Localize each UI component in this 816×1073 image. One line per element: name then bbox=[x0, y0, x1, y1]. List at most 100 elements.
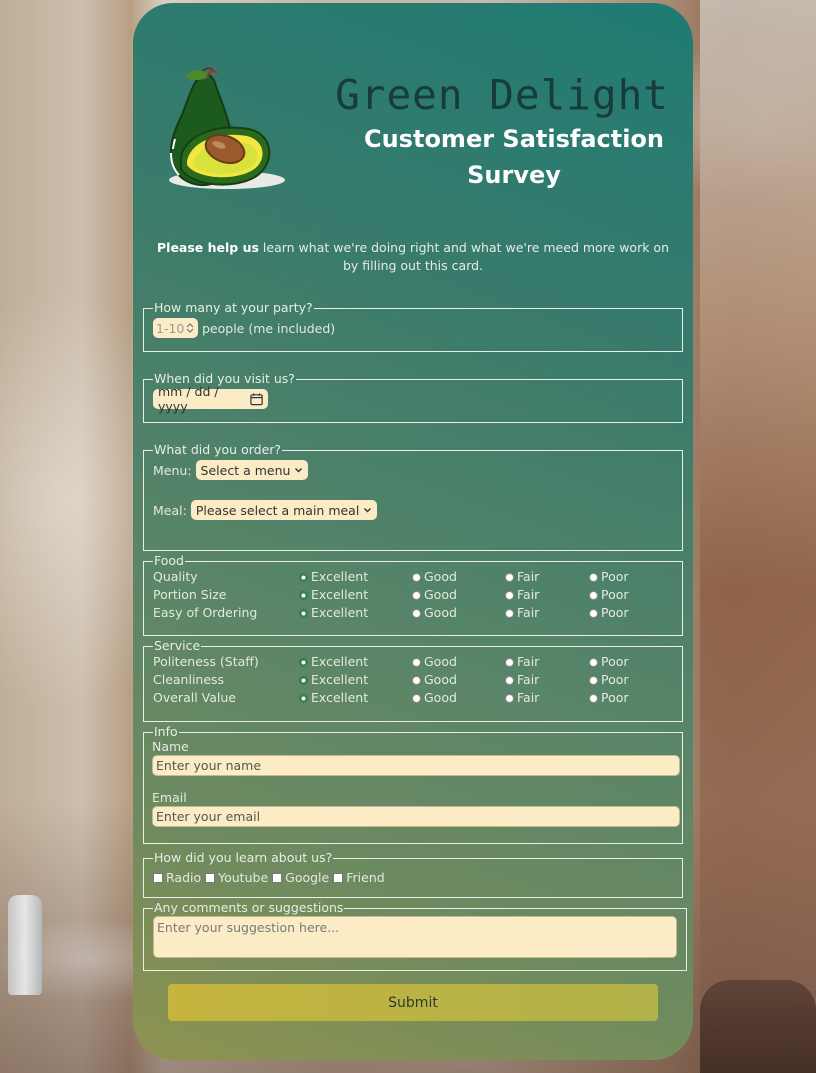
name-label: Name bbox=[152, 739, 189, 754]
email-input[interactable]: Enter your email bbox=[152, 806, 680, 827]
radio-poor[interactable] bbox=[589, 572, 598, 582]
radio-fair[interactable] bbox=[505, 572, 514, 582]
radio-fair[interactable] bbox=[505, 608, 514, 618]
comments-textarea[interactable]: Enter your suggestion here... bbox=[153, 916, 677, 958]
service-option-good[interactable]: Good bbox=[412, 653, 457, 671]
service-option-fair[interactable]: Fair bbox=[505, 671, 539, 689]
service-option-good[interactable]: Good bbox=[412, 671, 457, 689]
party-size-input[interactable]: 1-10 bbox=[153, 318, 198, 338]
name-input[interactable]: Enter your name bbox=[152, 755, 680, 776]
food-option-good[interactable]: Good bbox=[412, 586, 457, 604]
learn-fieldset: How did you learn about us? Radio Youtube… bbox=[143, 851, 683, 898]
service-option-good[interactable]: Good bbox=[412, 689, 457, 707]
food-rating-label: Portion Size bbox=[153, 587, 227, 602]
learn-choice-google[interactable]: Google bbox=[272, 870, 329, 885]
service-legend: Service bbox=[154, 638, 201, 653]
radio-good[interactable] bbox=[412, 693, 421, 703]
service-option-fair[interactable]: Fair bbox=[505, 653, 539, 671]
meal-select[interactable]: Please select a main meal bbox=[190, 500, 378, 520]
food-option-excellent[interactable]: Excellent bbox=[299, 604, 368, 622]
menu-label: Menu: bbox=[153, 462, 192, 478]
radio-label: Fair bbox=[517, 690, 540, 705]
comments-legend: Any comments or suggestions bbox=[154, 900, 344, 915]
radio-excellent[interactable] bbox=[299, 657, 308, 667]
radio-excellent[interactable] bbox=[299, 572, 308, 582]
checkbox-label: Friend bbox=[346, 870, 385, 885]
food-option-fair[interactable]: Fair bbox=[505, 568, 539, 586]
radio-poor[interactable] bbox=[589, 590, 598, 600]
radio-good[interactable] bbox=[412, 675, 421, 685]
service-rating-row: Overall Value Excellent Good Fair Poor bbox=[153, 689, 673, 707]
checkbox-label: Youtube bbox=[218, 870, 269, 885]
radio-poor[interactable] bbox=[589, 693, 598, 703]
service-rating-grid: Politeness (Staff) Excellent Good Fair Poor C… bbox=[153, 653, 673, 707]
service-option-poor[interactable]: Poor bbox=[589, 689, 629, 707]
radio-label: Excellent bbox=[311, 569, 369, 584]
radio-label: Good bbox=[424, 587, 457, 602]
service-fieldset: Service Politeness (Staff) Excellent Good F… bbox=[143, 639, 683, 722]
service-rating-row: Cleanliness Excellent Good Fair Poor bbox=[153, 671, 673, 689]
radio-good[interactable] bbox=[412, 590, 421, 600]
radio-label: Excellent bbox=[311, 605, 369, 620]
radio-poor[interactable] bbox=[589, 608, 598, 618]
food-rating-label: Quality bbox=[153, 569, 198, 584]
service-option-excellent[interactable]: Excellent bbox=[299, 671, 368, 689]
radio-fair[interactable] bbox=[505, 693, 514, 703]
food-rating-row: Easy of Ordering Excellent Good Fair Poor bbox=[153, 604, 673, 622]
radio-label: Excellent bbox=[311, 672, 369, 687]
email-label: Email bbox=[152, 790, 187, 805]
food-option-good[interactable]: Good bbox=[412, 604, 457, 622]
radio-excellent[interactable] bbox=[299, 608, 308, 618]
radio-poor[interactable] bbox=[589, 675, 598, 685]
calendar-icon[interactable] bbox=[250, 392, 263, 406]
checkbox[interactable] bbox=[272, 872, 283, 883]
service-option-excellent[interactable]: Excellent bbox=[299, 689, 368, 707]
spinner-arrows-icon[interactable] bbox=[186, 322, 194, 334]
radio-label: Poor bbox=[601, 605, 629, 620]
radio-poor[interactable] bbox=[589, 657, 598, 667]
radio-fair[interactable] bbox=[505, 675, 514, 685]
service-option-excellent[interactable]: Excellent bbox=[299, 653, 368, 671]
radio-label: Poor bbox=[601, 569, 629, 584]
radio-fair[interactable] bbox=[505, 590, 514, 600]
radio-excellent[interactable] bbox=[299, 590, 308, 600]
food-option-poor[interactable]: Poor bbox=[589, 586, 629, 604]
radio-good[interactable] bbox=[412, 572, 421, 582]
service-rating-label: Politeness (Staff) bbox=[153, 654, 259, 669]
service-option-fair[interactable]: Fair bbox=[505, 689, 539, 707]
food-option-excellent[interactable]: Excellent bbox=[299, 586, 368, 604]
checkbox[interactable] bbox=[205, 872, 216, 883]
learn-choice-youtube[interactable]: Youtube bbox=[205, 870, 268, 885]
radio-label: Fair bbox=[517, 654, 540, 669]
party-size-placeholder: 1-10 bbox=[156, 320, 185, 336]
food-option-good[interactable]: Good bbox=[412, 568, 457, 586]
radio-label: Poor bbox=[601, 690, 629, 705]
service-option-poor[interactable]: Poor bbox=[589, 653, 629, 671]
visit-date-input[interactable]: mm / dd / yyyy bbox=[153, 384, 268, 414]
radio-good[interactable] bbox=[412, 608, 421, 618]
service-rating-label: Overall Value bbox=[153, 690, 236, 705]
radio-good[interactable] bbox=[412, 657, 421, 667]
food-option-excellent[interactable]: Excellent bbox=[299, 568, 368, 586]
menu-select[interactable]: Select a menu bbox=[195, 460, 309, 480]
intro-text: Please help us learn what we're doing ri… bbox=[151, 239, 675, 275]
radio-fair[interactable] bbox=[505, 657, 514, 667]
intro-rest: learn what we're doing right and what we… bbox=[258, 240, 669, 273]
checkbox[interactable] bbox=[333, 872, 344, 883]
radio-label: Poor bbox=[601, 672, 629, 687]
checkbox[interactable] bbox=[153, 872, 163, 883]
radio-excellent[interactable] bbox=[299, 675, 308, 685]
food-option-fair[interactable]: Fair bbox=[505, 604, 539, 622]
submit-button[interactable]: Submit bbox=[168, 984, 658, 1021]
food-option-poor[interactable]: Poor bbox=[589, 568, 629, 586]
food-rating-label: Easy of Ordering bbox=[153, 605, 258, 620]
food-option-poor[interactable]: Poor bbox=[589, 604, 629, 622]
learn-choice-radio[interactable]: Radio bbox=[153, 870, 201, 885]
radio-excellent[interactable] bbox=[299, 693, 308, 703]
service-rating-row: Politeness (Staff) Excellent Good Fair Poor bbox=[153, 653, 673, 671]
food-option-fair[interactable]: Fair bbox=[505, 586, 539, 604]
checkbox-label: Google bbox=[285, 870, 330, 885]
party-size-suffix: people (me included) bbox=[202, 320, 336, 336]
learn-choice-friend[interactable]: Friend bbox=[333, 870, 385, 885]
service-option-poor[interactable]: Poor bbox=[589, 671, 629, 689]
